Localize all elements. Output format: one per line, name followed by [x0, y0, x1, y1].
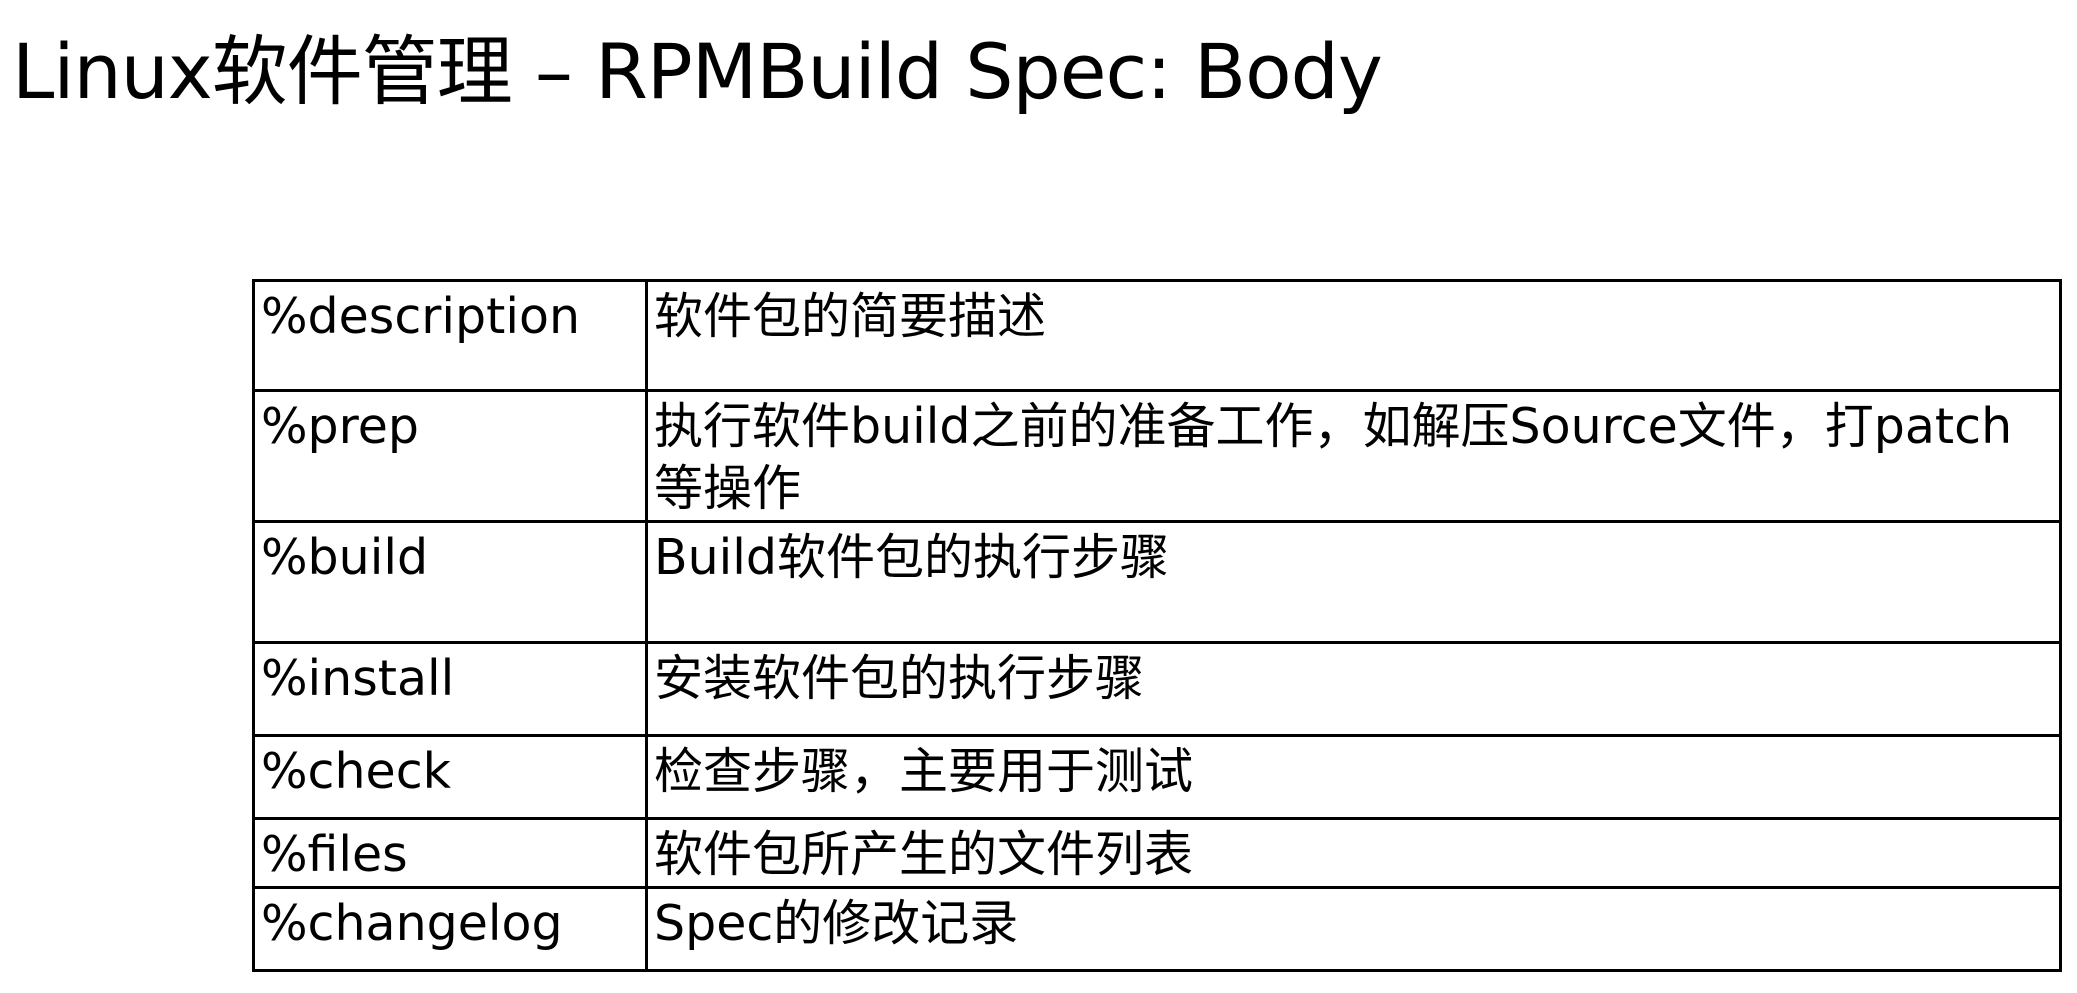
table-row: %changelog Spec的修改记录 [252, 886, 2062, 972]
description-cell: 检查步骤，主要用于测试 [645, 734, 2062, 820]
table-row: %install 安装软件包的执行步骤 [252, 641, 2062, 737]
table-row: %build Build软件包的执行步骤 [252, 520, 2062, 644]
table-row: %prep 执行软件build之前的准备工作，如解压Source文件，打patc… [252, 389, 2062, 523]
directive-cell: %changelog [252, 886, 648, 972]
description-cell: 软件包的简要描述 [645, 279, 2062, 392]
description-cell: 安装软件包的执行步骤 [645, 641, 2062, 737]
directive-cell: %description [252, 279, 648, 392]
description-cell: 软件包所产生的文件列表 [645, 817, 2062, 889]
directive-cell: %check [252, 734, 648, 820]
directive-cell: %files [252, 817, 648, 889]
description-cell: 执行软件build之前的准备工作，如解压Source文件，打patch等操作 [645, 389, 2062, 523]
directive-cell: %prep [252, 389, 648, 523]
slide-title: Linux软件管理 – RPMBuild Spec: Body [12, 27, 1383, 116]
description-cell: Build软件包的执行步骤 [645, 520, 2062, 644]
description-cell: Spec的修改记录 [645, 886, 2062, 972]
table-row: %check 检查步骤，主要用于测试 [252, 734, 2062, 820]
table-row: %files 软件包所产生的文件列表 [252, 817, 2062, 889]
spec-body-table: %description 软件包的简要描述 %prep 执行软件build之前的… [252, 279, 2062, 972]
table-row: %description 软件包的简要描述 [252, 279, 2062, 392]
directive-cell: %install [252, 641, 648, 737]
directive-cell: %build [252, 520, 648, 644]
